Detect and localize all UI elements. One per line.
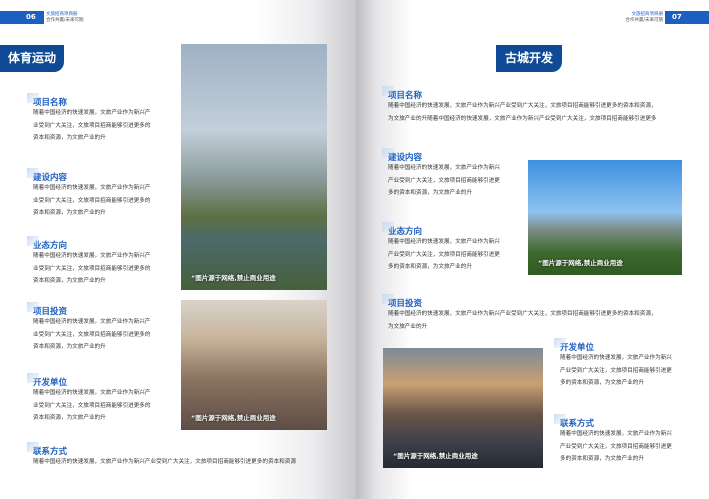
info-block: 业态方向随着中国经济的快速发展，文旅产业作为新兴产业受到广大关注，文旅项目招商能… [382,222,500,277]
city-river-photo: “图片源于网络,禁止商业用途 [181,44,327,290]
photo-caption: “图片源于网络,禁止商业用途 [393,452,478,460]
block-title: 项目名称 [382,86,657,102]
block-title: 开发单位 [26,373,150,389]
info-block: 开发单位随着中国经济的快速发展，文旅产业作为新兴产业受到广大关注，文旅项目招商能… [26,373,150,428]
section-tag: 古城开发 [496,45,562,72]
info-block: 项目投资随着中国经济的快速发展，文旅产业作为新兴产业受到广大关注，文旅项目招商能… [26,302,150,357]
header-text: 文旅招商项目册 合作共赢/未来可期 [625,12,663,24]
city-skyline-photo: “图片源于网络,禁止商业用途 [181,300,327,430]
info-block: 开发单位随着中国经济的快速发展，文旅产业作为新兴产业受到广大关注，文旅项目招商能… [554,338,672,393]
info-block: 建设内容随着中国经济的快速发展，文旅产业作为新兴产业受到广大关注，文旅项目招商能… [26,168,150,223]
right-page: 文旅招商项目册 合作共赢/未来可期 07 古城开发 “图片源于网络,禁止商业用途 … [356,0,709,499]
info-block: 项目投资随着中国经济的快速发展，文旅产业作为新兴产业受到广大关注，文旅项目招商能… [382,294,657,336]
block-title: 建设内容 [382,148,500,164]
header-subtitle: 合作共赢/未来可期 [625,18,663,23]
header-subtitle: 合作共赢/未来可期 [46,18,84,23]
photo-caption: “图片源于网络,禁止商业用途 [191,414,276,422]
photo-caption: “图片源于网络,禁止商业用途 [191,274,276,282]
block-title: 联系方式 [27,442,296,458]
city-sunset-photo: “图片源于网络,禁止商业用途 [383,348,543,468]
block-title: 业态方向 [26,236,150,252]
block-title: 业态方向 [382,222,500,238]
block-title: 联系方式 [554,414,672,430]
block-text: 为文旅产业的升随着中国经济的快速发展，文旅产业作为新兴产业受到广大关注，文旅项目… [388,115,657,122]
info-block: 联系方式随着中国经济的快速发展，文旅产业作为新兴产业受到广大关注，文旅项目招商能… [27,442,296,472]
page-number-bar [0,11,44,24]
block-title: 建设内容 [26,168,150,184]
left-page: 06 文旅招商项目册 合作共赢/未来可期 体育运动 “图片源于网络,禁止商业用途 … [0,0,356,499]
info-block: 项目名称随着中国经济的快速发展，文旅产业作为新兴产业受到广大关注，文旅项目招商能… [26,93,150,148]
page-number: 06 [26,13,36,21]
info-block: 业态方向随着中国经济的快速发展，文旅产业作为新兴产业受到广大关注，文旅项目招商能… [26,236,150,291]
page-number: 07 [672,13,682,21]
photo-caption: “图片源于网络,禁止商业用途 [538,259,623,267]
info-block: 联系方式随着中国经济的快速发展，文旅产业作为新兴产业受到广大关注，文旅项目招商能… [554,414,672,469]
city-park-photo: “图片源于网络,禁止商业用途 [528,160,682,275]
section-tag: 体育运动 [0,45,64,72]
header-text: 文旅招商项目册 合作共赢/未来可期 [46,12,84,24]
info-block: 建设内容随着中国经济的快速发展，文旅产业作为新兴产业受到广大关注，文旅项目招商能… [382,148,500,203]
block-title: 开发单位 [554,338,672,354]
block-title: 项目名称 [26,93,150,109]
block-title: 项目投资 [382,294,657,310]
info-block: 项目名称随着中国经济的快速发展，文旅产业作为新兴产业受到广大关注，文旅项目招商能… [382,86,657,128]
block-title: 项目投资 [26,302,150,318]
